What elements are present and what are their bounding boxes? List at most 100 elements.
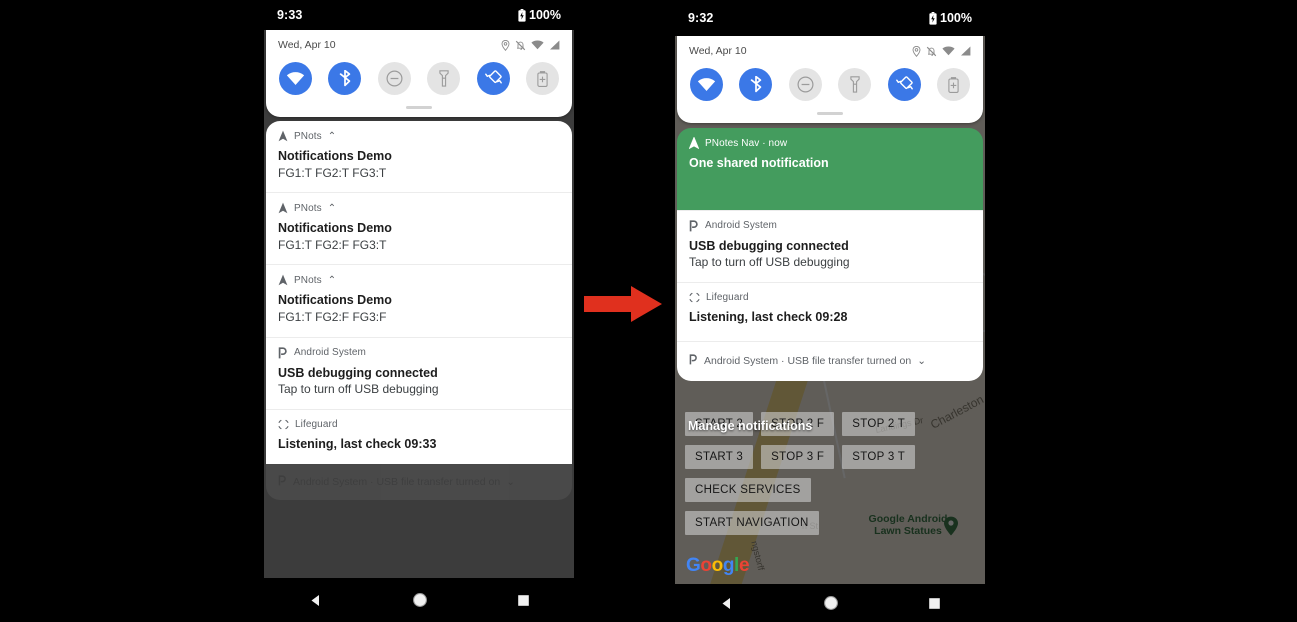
status-right-cluster: 100% [518, 8, 561, 22]
stop-2-t-button[interactable]: STOP 2 T [842, 412, 916, 436]
notifications-off-icon [515, 40, 526, 51]
auto-rotate-tile[interactable] [887, 68, 921, 101]
stop-3-t-button[interactable]: STOP 3 T [842, 445, 916, 469]
notification-header: Lifeguard [689, 292, 971, 303]
notification-item[interactable]: PNots ⌃ Notifications Demo FG1:T FG2:F F… [266, 192, 572, 265]
notification-app-name: Android System [705, 220, 777, 232]
notification-title: One shared notification [689, 156, 829, 170]
manage-notifications-button[interactable]: Manage notifications [688, 419, 812, 433]
wifi-tile[interactable] [690, 68, 723, 101]
shade-drag-handle[interactable] [677, 105, 983, 123]
app-button-row: CHECK SERVICES [685, 478, 915, 502]
qs-header: Wed, Apr 10 [677, 36, 983, 59]
notification-title: USB debugging connected [278, 365, 438, 380]
phone-left: 9:33 100% Wed, Apr 10 PNots ⌃ Notificati… [264, 0, 574, 622]
notification-item[interactable]: Lifeguard Listening, last check 09:33 [266, 408, 572, 464]
home-icon[interactable] [412, 592, 428, 608]
android-system-icon [689, 219, 699, 232]
chevron-up-icon[interactable]: ⌃ [328, 203, 336, 214]
bluetooth-tile[interactable] [739, 68, 773, 101]
summary-row-inner: Android System · USB file transfer turne… [689, 352, 971, 370]
notification-item[interactable]: PNots ⌃ Notifications Demo FG1:T FG2:F F… [266, 264, 572, 337]
notification-title: Listening, last check 09:33 [278, 436, 437, 451]
notification-item[interactable]: Lifeguard Listening, last check 09:28 [677, 281, 983, 342]
wifi-icon [531, 40, 544, 50]
do-not-disturb-tile[interactable] [788, 68, 822, 101]
battery-saver-tile[interactable] [525, 62, 559, 95]
notification-item[interactable]: PNots ⌃ Notifications Demo FG1:T FG2:T F… [266, 121, 572, 193]
left-quick-settings-shade[interactable]: Wed, Apr 10 [266, 30, 572, 117]
chevron-up-icon[interactable]: ⌃ [328, 131, 336, 142]
bluetooth-tile[interactable] [328, 62, 362, 95]
battery-charging-icon [929, 11, 937, 25]
location-icon [501, 39, 510, 51]
battery-percent: 100% [940, 11, 972, 25]
qs-date: Wed, Apr 10 [689, 45, 747, 57]
notification-item-highlighted[interactable]: PNotes Nav · now One shared notification [677, 128, 983, 210]
home-icon[interactable] [823, 595, 839, 611]
recents-icon[interactable] [517, 594, 530, 607]
check-services-button[interactable]: CHECK SERVICES [685, 478, 811, 502]
summary-text: Android System · USB file transfer turne… [293, 475, 501, 488]
status-clock: 9:32 [688, 11, 714, 25]
notification-text: FG1:T FG2:F FG3:T [278, 237, 387, 252]
flashlight-tile[interactable] [838, 68, 872, 101]
navigation-arrow-icon [278, 274, 288, 286]
notification-item[interactable]: Android System USB debugging connected T… [677, 209, 983, 282]
notification-app-name: PNotes Nav · now [705, 137, 788, 149]
summary-row-inner: Android System · USB file transfer turne… [278, 473, 560, 491]
wifi-tile[interactable] [279, 62, 312, 95]
notification-app-name: Lifeguard [295, 418, 338, 430]
android-system-icon [689, 352, 698, 370]
chevron-down-icon[interactable]: ⌄ [506, 476, 515, 488]
left-notification-list: PNots ⌃ Notifications Demo FG1:T FG2:T F… [266, 121, 572, 500]
right-status-bar: 9:32 100% [675, 0, 985, 36]
notification-header: PNots ⌃ [278, 202, 560, 214]
phone-left-screen: 9:33 100% Wed, Apr 10 PNots ⌃ Notificati… [264, 0, 574, 578]
back-icon[interactable] [308, 593, 323, 608]
stop-3-f-button[interactable]: STOP 3 F [761, 445, 835, 469]
lifeguard-icon [689, 292, 700, 303]
app-button-row: START 3 STOP 3 F STOP 3 T [685, 445, 916, 469]
chevron-down-icon[interactable]: ⌄ [917, 355, 926, 367]
notification-app-name: Android System [294, 347, 366, 359]
start-navigation-button[interactable]: START NAVIGATION [685, 511, 819, 535]
battery-saver-tile[interactable] [936, 68, 970, 101]
navigation-arrow-icon [278, 202, 288, 214]
recents-icon[interactable] [928, 597, 941, 610]
status-clock: 9:33 [277, 8, 303, 22]
notification-text: FG1:T FG2:T FG3:T [278, 165, 387, 180]
qs-status-icons [501, 39, 560, 51]
comparison-figure: 9:33 100% Wed, Apr 10 PNots ⌃ Notificati… [0, 0, 1297, 622]
back-icon[interactable] [719, 596, 734, 611]
signal-icon [960, 46, 971, 56]
right-quick-settings-shade[interactable]: Wed, Apr 10 [677, 36, 983, 123]
start-3-button[interactable]: START 3 [685, 445, 754, 469]
battery-percent: 100% [529, 8, 561, 22]
notification-app-name: PNots [294, 130, 322, 142]
notification-header: Android System [689, 219, 971, 232]
status-right-cluster: 100% [929, 11, 972, 25]
notification-header: Android System [278, 347, 560, 359]
android-system-icon [278, 473, 287, 491]
left-nav-bar [264, 578, 574, 622]
notification-title: Notifications Demo [278, 149, 392, 163]
qs-tile-row [266, 53, 572, 99]
phone-right: Landings Dr Charleston n St ngstorff Goo… [675, 0, 985, 622]
do-not-disturb-tile[interactable] [377, 62, 411, 95]
chevron-up-icon[interactable]: ⌃ [328, 275, 336, 286]
navigation-arrow-icon [689, 137, 699, 149]
flashlight-tile[interactable] [427, 62, 461, 95]
shade-drag-handle[interactable] [266, 99, 572, 117]
qs-date: Wed, Apr 10 [278, 39, 336, 51]
right-notification-list: PNotes Nav · now One shared notification… [677, 128, 983, 382]
qs-tile-row [677, 59, 983, 105]
notification-title: Notifications Demo [278, 293, 392, 308]
notification-item[interactable]: Android System USB debugging connected T… [266, 336, 572, 409]
notifications-off-icon [926, 46, 937, 57]
auto-rotate-tile[interactable] [476, 62, 510, 95]
notification-summary-row[interactable]: Android System · USB file transfer turne… [266, 463, 572, 500]
qs-status-icons [912, 45, 971, 57]
wifi-icon [942, 46, 955, 56]
notification-summary-row[interactable]: Android System · USB file transfer turne… [677, 341, 983, 382]
